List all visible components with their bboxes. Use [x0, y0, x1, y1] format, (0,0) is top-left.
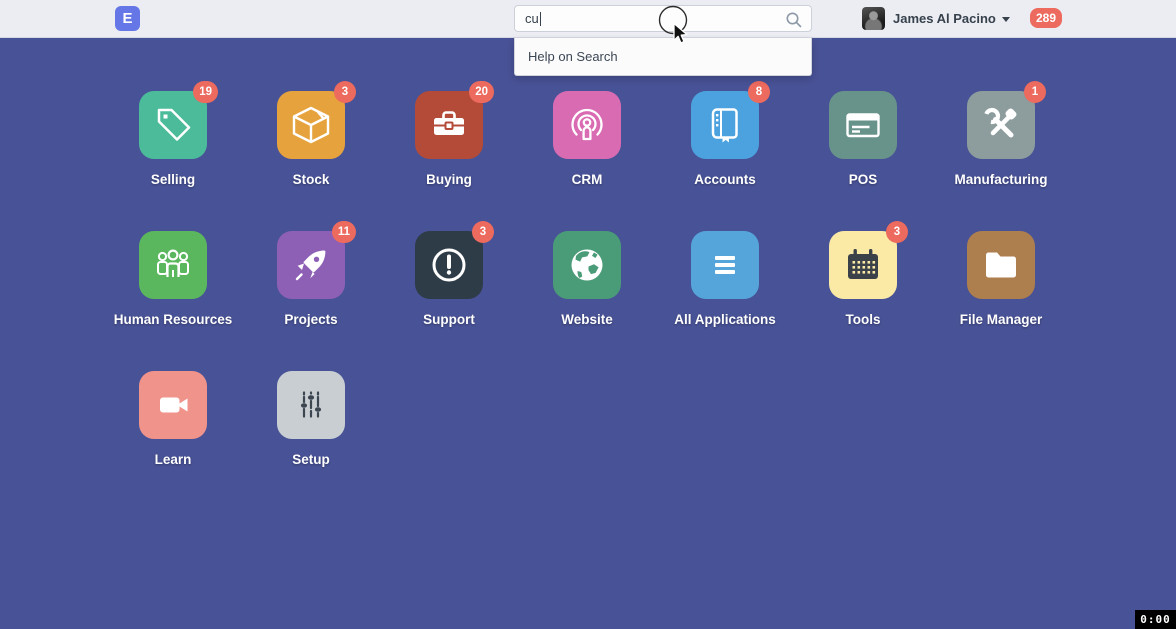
sliders-icon — [287, 381, 335, 429]
app-label: Buying — [426, 172, 472, 187]
search-dropdown-item-help[interactable]: Help on Search — [515, 49, 811, 64]
app-tile-learn[interactable]: Learn — [104, 371, 242, 469]
app-label: Tools — [846, 312, 881, 327]
notification-count-badge: 1 — [1024, 81, 1046, 103]
tile-box: 19 — [139, 91, 207, 159]
tile-box — [691, 231, 759, 299]
app-label: Learn — [155, 452, 192, 467]
app-tile-accounts[interactable]: 8 Accounts — [656, 91, 794, 189]
app-label: Stock — [293, 172, 330, 187]
chevron-down-icon — [1002, 17, 1010, 22]
tile-box: 3 — [277, 91, 345, 159]
app-tile-stock[interactable]: 3 Stock — [242, 91, 380, 189]
tile-box: 20 — [415, 91, 483, 159]
people-icon — [149, 241, 197, 289]
app-label: CRM — [572, 172, 603, 187]
app-label: File Manager — [960, 312, 1043, 327]
app-label: Support — [423, 312, 475, 327]
app-tile-human-resources[interactable]: Human Resources — [104, 231, 242, 329]
tile-box — [553, 91, 621, 159]
app-logo-letter: E — [122, 10, 132, 27]
rocket-icon — [287, 241, 335, 289]
app-tile-pos[interactable]: POS — [794, 91, 932, 189]
app-tile-buying[interactable]: 20 Buying — [380, 91, 518, 189]
tile-box: 3 — [415, 231, 483, 299]
notification-count-badge: 3 — [472, 221, 494, 243]
search-input[interactable]: cu — [514, 5, 812, 32]
avatar[interactable] — [862, 7, 885, 30]
notification-count-badge: 20 — [469, 81, 494, 103]
app-label: Selling — [151, 172, 195, 187]
wrench-screwdriver-icon — [977, 101, 1025, 149]
app-tile-support[interactable]: 3 Support — [380, 231, 518, 329]
calendar-icon — [839, 241, 887, 289]
app-tile-crm[interactable]: CRM — [518, 91, 656, 189]
tile-box: 11 — [277, 231, 345, 299]
notification-count-badge: 8 — [748, 81, 770, 103]
app-tile-manufacturing[interactable]: 1 Manufacturing — [932, 91, 1070, 189]
app-tile-website[interactable]: Website — [518, 231, 656, 329]
tile-box: 8 — [691, 91, 759, 159]
app-label: POS — [849, 172, 878, 187]
tile-box — [829, 91, 897, 159]
card-icon — [839, 101, 887, 149]
tile-box — [139, 231, 207, 299]
broadcast-person-icon — [563, 101, 611, 149]
app-label: All Applications — [674, 312, 776, 327]
app-label: Setup — [292, 452, 330, 467]
tile-box: 1 — [967, 91, 1035, 159]
user-name: James Al Pacino — [893, 11, 996, 26]
notification-count-badge: 3 — [334, 81, 356, 103]
app-label: Manufacturing — [955, 172, 1048, 187]
briefcase-icon — [425, 101, 473, 149]
globe-icon — [563, 241, 611, 289]
app-grid: 19 Selling 3 Stock 20 Buying — [104, 91, 1070, 511]
notification-count-badge: 11 — [332, 221, 356, 243]
app-tile-selling[interactable]: 19 Selling — [104, 91, 242, 189]
tile-box: 3 — [829, 231, 897, 299]
app-label: Human Resources — [114, 312, 233, 327]
notifications-badge[interactable]: 289 — [1030, 8, 1062, 28]
app-tile-tools[interactable]: 3 Tools — [794, 231, 932, 329]
search-icon — [785, 11, 803, 29]
box-icon — [287, 101, 335, 149]
app-logo[interactable]: E — [115, 6, 140, 31]
tag-icon — [149, 101, 197, 149]
navbar: E cu James Al Pacino 289 — [0, 0, 1176, 38]
app-label: Website — [561, 312, 613, 327]
tile-box — [553, 231, 621, 299]
notification-count-badge: 3 — [886, 221, 908, 243]
folder-icon — [977, 241, 1025, 289]
app-label: Accounts — [694, 172, 756, 187]
text-caret — [540, 12, 541, 26]
menu-icon — [701, 241, 749, 289]
recording-timer: 0:00 — [1135, 610, 1176, 629]
alert-circle-icon — [425, 241, 473, 289]
app-tile-file-manager[interactable]: File Manager — [932, 231, 1070, 329]
ledger-icon — [701, 101, 749, 149]
tile-box — [277, 371, 345, 439]
app-tile-projects[interactable]: 11 Projects — [242, 231, 380, 329]
user-menu[interactable]: James Al Pacino — [893, 11, 1010, 26]
search-input-value: cu — [525, 11, 539, 26]
tile-box — [967, 231, 1035, 299]
app-label: Projects — [284, 312, 337, 327]
notification-count-badge: 19 — [193, 81, 218, 103]
video-camera-icon — [149, 381, 197, 429]
app-tile-all-applications[interactable]: All Applications — [656, 231, 794, 329]
app-tile-setup[interactable]: Setup — [242, 371, 380, 469]
tile-box — [139, 371, 207, 439]
search-dropdown: Help on Search — [514, 38, 812, 76]
